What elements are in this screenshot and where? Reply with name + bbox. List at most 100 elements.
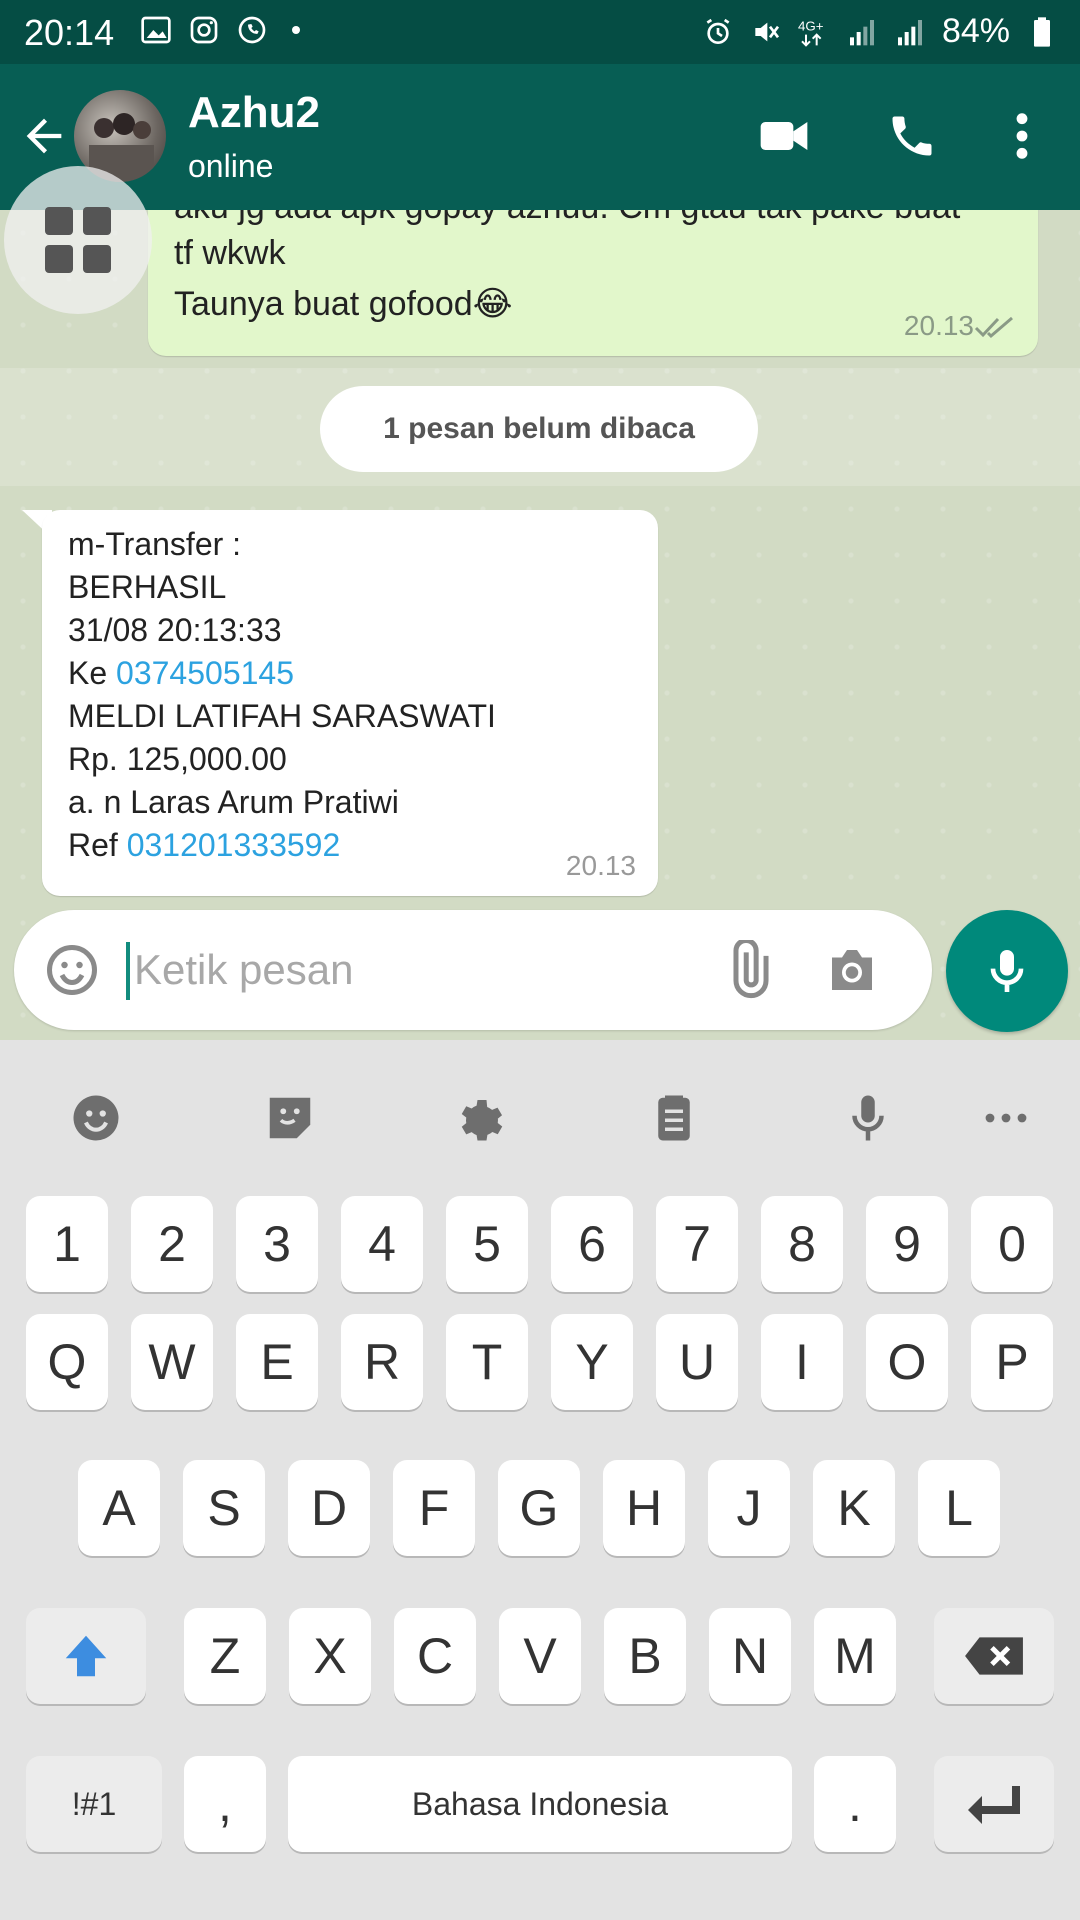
message-line: a. n Laras Arum Pratiwi [68, 784, 399, 820]
enter-key[interactable] [934, 1756, 1054, 1852]
key-5[interactable]: 5 [446, 1196, 528, 1292]
floating-apps-button[interactable] [4, 166, 152, 314]
battery-icon [1034, 16, 1050, 47]
key-q[interactable]: Q [26, 1314, 108, 1410]
key-6[interactable]: 6 [551, 1196, 633, 1292]
shift-arrow-icon [65, 1635, 107, 1677]
video-call-button[interactable] [754, 106, 814, 166]
key-f[interactable]: F [393, 1460, 475, 1556]
outgoing-message-line: Taunya buat gofood😂 [174, 285, 513, 323]
kb-more-button[interactable] [974, 1086, 1038, 1150]
network-4g-icon: 4G+ [798, 18, 824, 47]
back-arrow-icon[interactable] [18, 110, 70, 162]
more-horizontal-icon [985, 1113, 1027, 1123]
kb-emoji-button[interactable] [64, 1086, 128, 1150]
alarm-icon [706, 18, 730, 44]
key-e[interactable]: E [236, 1314, 318, 1410]
key-1[interactable]: 1 [26, 1196, 108, 1292]
message-line: m-Transfer : [68, 526, 242, 562]
outgoing-message-line: aku jg ada apk gopay azhuu. Cm gtau tak … [174, 210, 960, 227]
account-label: Ke [68, 655, 117, 691]
key-x[interactable]: X [289, 1608, 371, 1704]
spacebar-key[interactable]: Bahasa Indonesia [288, 1756, 792, 1852]
message-timestamp: 20.13 [565, 850, 636, 881]
gear-icon [461, 1100, 503, 1141]
contact-status: online [188, 148, 274, 184]
enter-arrow-icon [968, 1786, 1020, 1824]
key-3[interactable]: 3 [236, 1196, 318, 1292]
unread-messages-badge: 1 pesan belum dibaca [320, 386, 758, 472]
key-i[interactable]: I [761, 1314, 843, 1410]
incoming-message-bubble[interactable]: m-Transfer : BERHASIL 31/08 20:13:33 Ke … [42, 510, 658, 896]
message-line: MELDI LATIFAH SARASWATI [68, 698, 496, 734]
message-line: BERHASIL [68, 569, 227, 605]
outgoing-message-bubble[interactable]: aku jg ada apk gopay azhuu. Cm gtau tak … [148, 210, 1038, 356]
key-9[interactable]: 9 [866, 1196, 948, 1292]
key-7[interactable]: 7 [656, 1196, 738, 1292]
reference-label: Ref [68, 827, 127, 863]
voice-call-button[interactable] [882, 106, 942, 166]
clipboard-icon [658, 1095, 690, 1141]
key-l[interactable]: L [918, 1460, 1000, 1556]
key-4[interactable]: 4 [341, 1196, 423, 1292]
paperclip-icon[interactable] [718, 940, 778, 1000]
key-t[interactable]: T [446, 1314, 528, 1410]
key-w[interactable]: W [131, 1314, 213, 1410]
key-j[interactable]: J [708, 1460, 790, 1556]
key-z[interactable]: Z [184, 1608, 266, 1704]
mute-icon [755, 22, 780, 41]
key-b[interactable]: B [604, 1608, 686, 1704]
key-g[interactable]: G [498, 1460, 580, 1556]
text-cursor [126, 942, 130, 1000]
backspace-key[interactable] [934, 1608, 1054, 1704]
key-o[interactable]: O [866, 1314, 948, 1410]
symbols-key[interactable]: !#1 [26, 1756, 162, 1852]
outgoing-message-line: tf wkwk [174, 234, 286, 272]
kb-settings-button[interactable] [450, 1086, 514, 1150]
key-s[interactable]: S [183, 1460, 265, 1556]
message-composer [14, 910, 932, 1030]
reference-number-link[interactable]: 031201333592 [127, 827, 341, 863]
key-k[interactable]: K [813, 1460, 895, 1556]
key-2[interactable]: 2 [131, 1196, 213, 1292]
key-8[interactable]: 8 [761, 1196, 843, 1292]
message-line: 31/08 20:13:33 [68, 612, 282, 648]
soft-keyboard: 1234567890 QWERTYUIOP ASDFGHJKL ZXCVBNM … [0, 1040, 1080, 1920]
gallery-notification-icon [141, 16, 171, 44]
message-input[interactable] [134, 936, 694, 1004]
key-a[interactable]: A [78, 1460, 160, 1556]
status-time: 20:14 [24, 12, 115, 53]
key-c[interactable]: C [394, 1608, 476, 1704]
battery-percent: 84% [941, 12, 1010, 50]
key-r[interactable]: R [341, 1314, 423, 1410]
key-n[interactable]: N [709, 1608, 791, 1704]
instagram-notification-icon [190, 16, 218, 44]
kb-clipboard-button[interactable] [642, 1086, 706, 1150]
key-h[interactable]: H [603, 1460, 685, 1556]
chat-header: Azhu2 online [0, 64, 1080, 210]
more-notifications-dot [292, 26, 300, 34]
contact-name[interactable]: Azhu2 [188, 88, 320, 138]
kb-voice-input-button[interactable] [836, 1086, 900, 1150]
key-v[interactable]: V [499, 1608, 581, 1704]
key-d[interactable]: D [288, 1460, 370, 1556]
camera-icon[interactable] [822, 940, 882, 1000]
message-timestamp: 20.13 [903, 310, 974, 341]
account-number-link[interactable]: 0374505145 [116, 655, 294, 691]
svg-text:4G+: 4G+ [798, 18, 824, 33]
emoji-icon[interactable] [42, 940, 102, 1000]
key-0[interactable]: 0 [971, 1196, 1053, 1292]
comma-key[interactable]: , [184, 1756, 266, 1852]
key-y[interactable]: Y [551, 1314, 633, 1410]
more-options-button[interactable] [992, 106, 1052, 166]
voice-record-button[interactable] [946, 910, 1068, 1032]
key-u[interactable]: U [656, 1314, 738, 1410]
key-p[interactable]: P [971, 1314, 1053, 1410]
kb-sticker-button[interactable] [258, 1086, 322, 1150]
shift-key[interactable] [26, 1608, 146, 1704]
status-bar: 20:14 4G+ 84% [0, 0, 1080, 64]
microphone-icon [852, 1095, 884, 1141]
key-m[interactable]: M [814, 1608, 896, 1704]
period-key[interactable]: . [814, 1756, 896, 1852]
kebab-menu-icon [1016, 113, 1028, 159]
